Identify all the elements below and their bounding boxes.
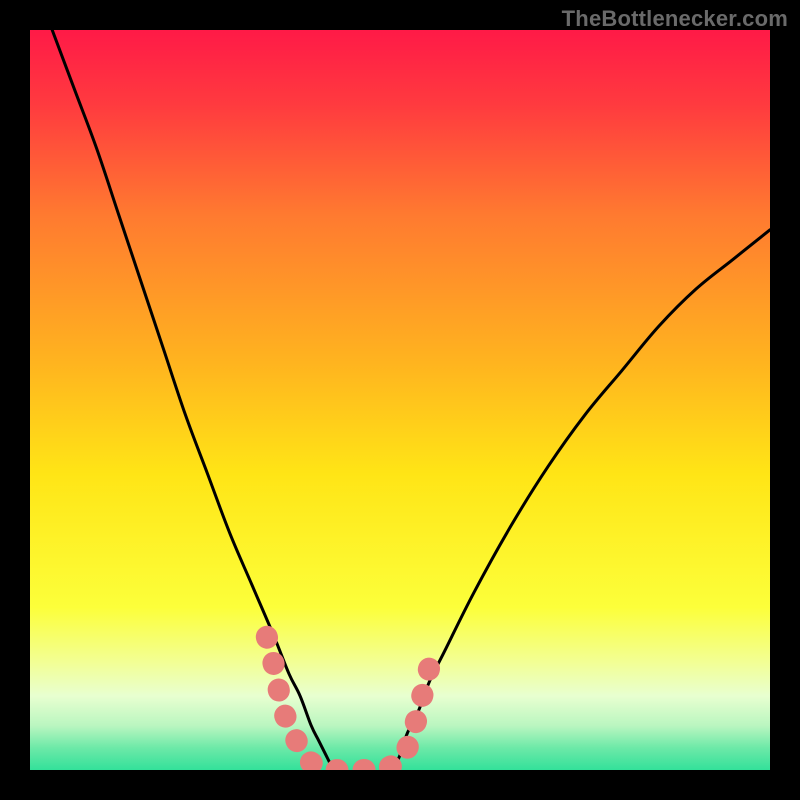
watermark-text: TheBottlenecker.com [562,6,788,32]
chart-svg [30,30,770,770]
plot-area [30,30,770,770]
gradient-background [30,30,770,770]
outer-frame: TheBottlenecker.com [0,0,800,800]
